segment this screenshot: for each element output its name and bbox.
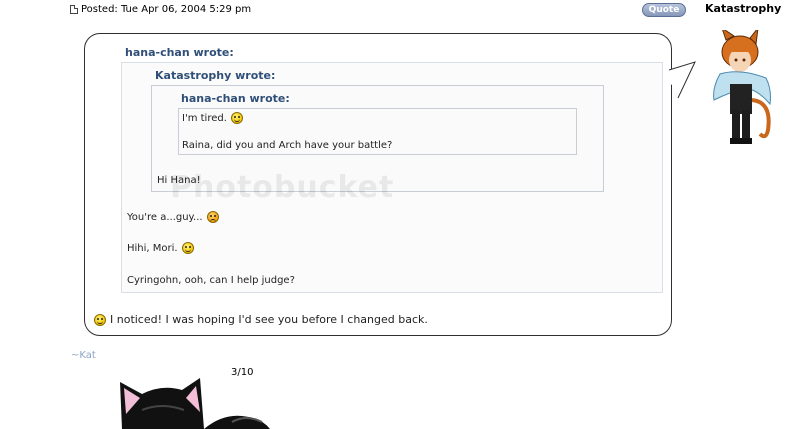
post-author[interactable]: Katastrophy <box>705 2 781 15</box>
quote-line: You're a...guy... <box>127 211 219 223</box>
quote-text: I'm tired. <box>182 112 227 124</box>
quote-text: Hihi, Mori. <box>127 242 178 254</box>
post-header: Posted: Tue Apr 06, 2004 5:29 pm <box>70 4 251 15</box>
quote-text: Cyringohn, ooh, can I help judge? <box>127 275 295 286</box>
signature-cat-image <box>120 378 270 429</box>
quote-text: You're a...guy... <box>127 211 203 223</box>
quote-button[interactable]: Quote <box>642 3 686 17</box>
quote-text: Raina, did you and Arch have your battle… <box>182 140 393 151</box>
quote-text: Hi Hana! <box>157 175 201 186</box>
smiley-icon <box>94 313 106 326</box>
quote-author: hana-chan wrote: <box>181 92 290 105</box>
avatar <box>713 30 771 144</box>
quote-line: Cyringohn, ooh, can I help judge? <box>127 275 295 286</box>
signature-name: ~Kat <box>71 350 96 361</box>
bubble-tail <box>668 61 696 99</box>
quote-author: hana-chan wrote: <box>125 46 234 59</box>
smiley-icon <box>181 242 194 254</box>
reply-line: I noticed! I was hoping I'd see you befo… <box>94 313 428 326</box>
quote-line: Raina, did you and Arch have your battle… <box>182 140 392 151</box>
posted-date: Posted: Tue Apr 06, 2004 5:29 pm <box>81 4 252 15</box>
sad-smiley-icon <box>206 211 219 223</box>
post-icon[interactable] <box>70 5 78 14</box>
quote-author: Katastrophy wrote: <box>155 69 276 82</box>
quote-line: I'm tired. <box>182 112 243 124</box>
quote-line: Hi Hana! <box>157 175 201 186</box>
smiley-icon <box>230 112 243 124</box>
reply-text: I noticed! I was hoping I'd see you befo… <box>110 313 428 326</box>
quote-line: Hihi, Mori. <box>127 242 194 254</box>
